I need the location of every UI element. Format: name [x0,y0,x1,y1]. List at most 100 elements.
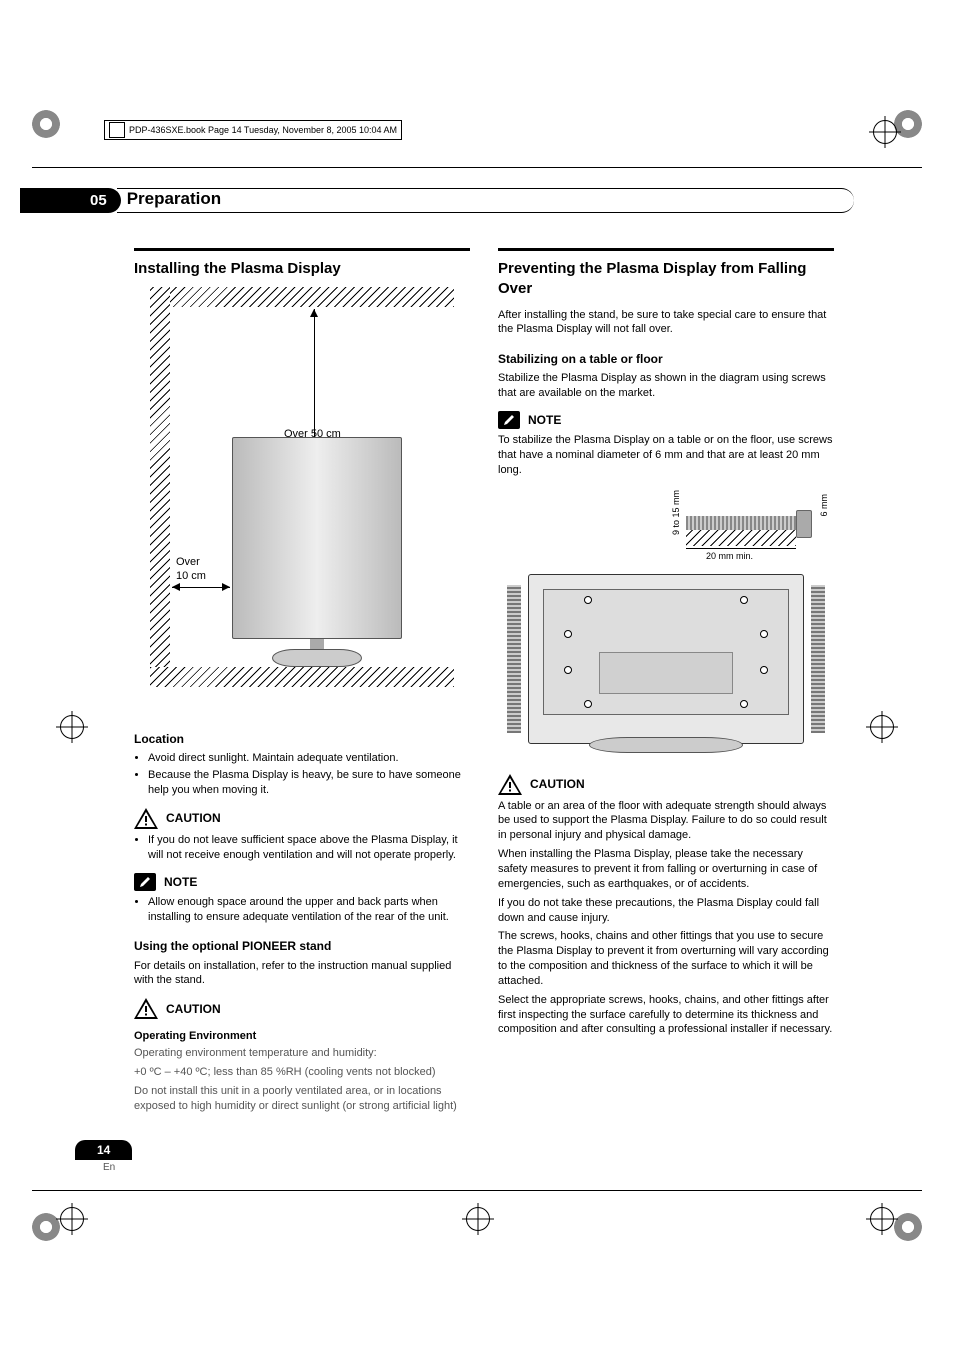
location-heading: Location [134,731,470,747]
crop-mark-icon [32,110,60,138]
note-row: NOTE [134,873,470,891]
caution-paragraph: Select the appropriate screws, hooks, ch… [498,993,834,1038]
screw-hole-icon [760,666,768,674]
pioneer-stand-text: For details on installation, refer to th… [134,959,470,989]
caution-paragraph: If you do not take these precautions, th… [498,896,834,926]
heading-rule [498,248,834,255]
figure-tv-back-stabilize: 6 mm 9 to 15 mm 20 mm min. [498,484,834,764]
stabilizing-text: Stabilize the Plasma Display as shown in… [498,371,834,401]
env-line: Operating environment temperature and hu… [134,1046,470,1061]
wall-hatch [150,287,170,687]
caution-paragraph: When installing the Plasma Display, plea… [498,847,834,892]
list-item: Avoid direct sunlight. Maintain adequate… [148,751,470,766]
dimension-label: 10 cm [176,569,206,584]
note-row: NOTE [498,411,834,429]
registration-mark-icon [466,1207,490,1231]
stabilizing-heading: Stabilizing on a table or floor [498,351,834,367]
dimension-label: Over [176,555,200,570]
registration-mark-icon [60,715,84,739]
tv-side-view [232,437,402,667]
caution-row: CAUTION [498,774,834,795]
caution-triangle-icon [134,808,158,829]
wall-hatch [150,287,454,307]
env-line: Do not install this unit in a poorly ven… [134,1084,470,1114]
dimension-label: 6 mm [818,494,830,517]
book-metadata-line: PDP-436SXE.book Page 14 Tuesday, Novembe… [104,120,402,140]
speaker-grill [811,585,825,733]
caution-triangle-icon [134,998,158,1019]
list-item: Allow enough space around the upper and … [148,895,470,925]
dimension-arrow-horizontal [172,587,230,588]
crop-line [32,1190,922,1191]
right-heading: Preventing the Plasma Display from Falli… [498,259,834,300]
figure-installation-clearance: Over 50 cm Over 10 cm [134,287,470,717]
left-column: Installing the Plasma Display Over 50 cm… [134,248,470,1117]
note-pencil-icon [498,411,520,429]
note-text: To stabilize the Plasma Display on a tab… [498,433,834,478]
speaker-grill [507,585,521,733]
screw-thread [686,516,796,530]
caution-list: If you do not leave sufficient space abo… [134,833,470,863]
screw-hole-icon [740,700,748,708]
pioneer-stand-heading: Using the optional PIONEER stand [134,938,470,954]
section-title: Preparation [127,189,854,209]
left-heading: Installing the Plasma Display [134,259,470,279]
section-number-badge: 05 [20,188,121,213]
registration-mark-icon [870,715,894,739]
hatch-surface [686,530,796,546]
env-line: +0 ºC – +40 ºC; less than 85 %RH (coolin… [134,1065,470,1080]
tv-panel [232,437,402,639]
screw-hole-icon [760,630,768,638]
note-list: Allow enough space around the upper and … [134,895,470,925]
registration-mark-icon [873,120,897,144]
screw-head [796,510,812,538]
note-label: NOTE [528,412,561,428]
page-number: 14 [75,1140,132,1160]
screw-diagram: 6 mm 9 to 15 mm 20 mm min. [646,494,826,564]
connector-panel [599,652,733,694]
tv-back-panel [528,574,804,744]
book-metadata-text: PDP-436SXE.book Page 14 Tuesday, Novembe… [129,125,397,135]
page-number-block: 14 En [75,1140,132,1173]
screw-hole-icon [564,666,572,674]
list-item: Because the Plasma Display is heavy, be … [148,768,470,798]
crop-mark-icon [894,1213,922,1241]
tv-back-inner [543,589,789,715]
tv-stand [589,737,743,753]
intro-text: After installing the stand, be sure to t… [498,308,834,338]
note-pencil-icon [134,873,156,891]
dimension-line [686,548,796,549]
page-scan: PDP-436SXE.book Page 14 Tuesday, Novembe… [0,0,954,1351]
section-rule: Preparation [117,188,854,213]
crop-mark-icon [894,110,922,138]
caution-label: CAUTION [530,776,585,792]
screw-hole-icon [740,596,748,604]
caution-row: CAUTION [134,998,470,1019]
crop-line [32,167,922,168]
tv-stand [272,649,362,667]
caution-paragraph: A table or an area of the floor with ade… [498,799,834,844]
screw-hole-icon [564,630,572,638]
caution-triangle-icon [498,774,522,795]
registration-mark-icon [60,1207,84,1231]
note-label: NOTE [164,874,197,890]
location-list: Avoid direct sunlight. Maintain adequate… [134,751,470,798]
caution-row: CAUTION [134,808,470,829]
crop-mark-icon [32,1213,60,1241]
heading-rule [134,248,470,255]
book-icon [109,122,125,138]
content-columns: Installing the Plasma Display Over 50 cm… [134,248,834,1117]
screw-hole-icon [584,596,592,604]
registration-mark-icon [870,1207,894,1231]
dimension-label: 9 to 15 mm [670,490,682,535]
right-column: Preventing the Plasma Display from Falli… [498,248,834,1117]
section-header: 05 Preparation [20,187,854,213]
caution-label: CAUTION [166,810,221,826]
page-language: En [103,1162,132,1173]
wall-hatch [150,667,454,687]
caution-label: CAUTION [166,1001,221,1017]
list-item: If you do not leave sufficient space abo… [148,833,470,863]
operating-env-heading: Operating Environment [134,1029,470,1044]
screw-hole-icon [584,700,592,708]
dimension-label: 20 mm min. [706,550,753,562]
